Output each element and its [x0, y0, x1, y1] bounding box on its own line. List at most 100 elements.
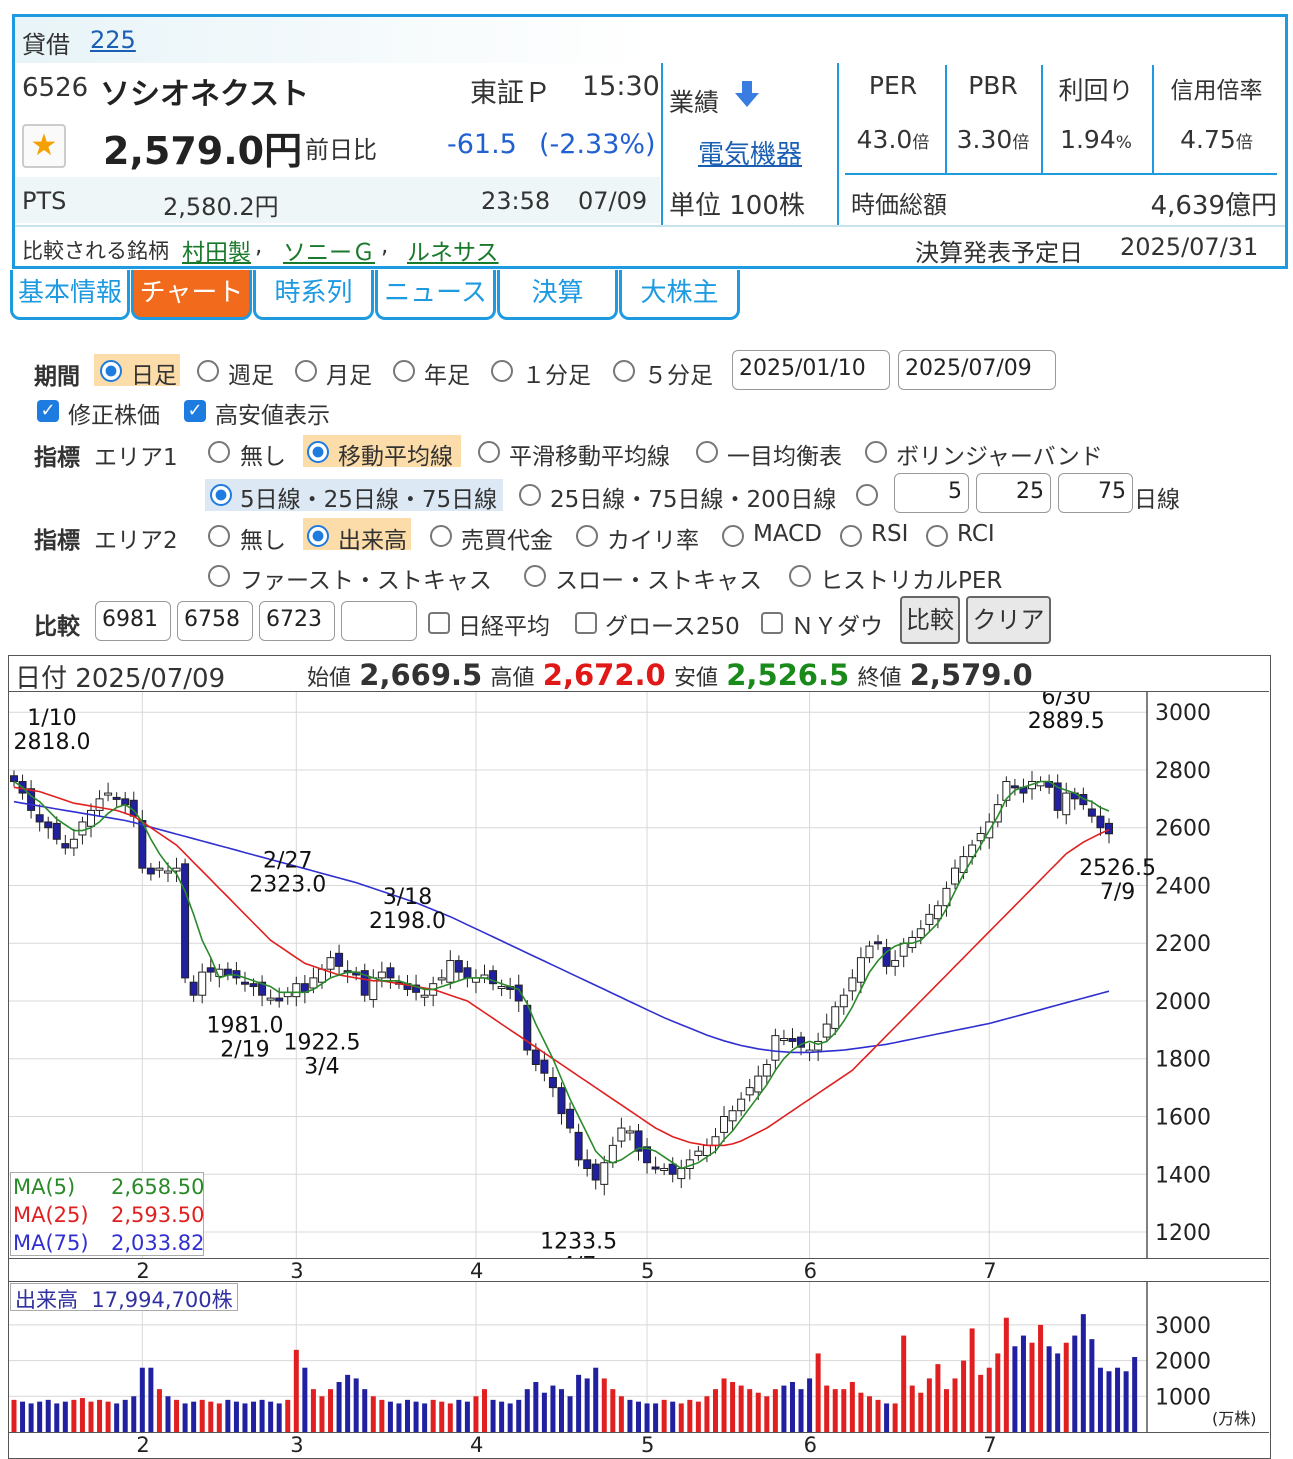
sector-link[interactable]: 電気機器: [698, 134, 802, 171]
tab-earnings[interactable]: 決算: [497, 270, 618, 320]
tab-time-series[interactable]: 時系列: [253, 270, 374, 320]
annotation-value: 1981.0: [206, 1013, 283, 1038]
date-from-input[interactable]: 2025/01/10: [732, 350, 890, 390]
annotation-value: 1233.5: [540, 1229, 617, 1254]
radio-volume[interactable]: [307, 525, 329, 547]
volume-bar: [764, 1396, 770, 1432]
area1-label: エリア1: [94, 445, 178, 471]
compare-code-input[interactable]: 6758: [177, 601, 253, 641]
ma75-value: 2,033.82: [111, 1231, 205, 1255]
ind1-bollinger: ボリンジャーバンド: [896, 444, 1103, 470]
clear-button[interactable]: クリア: [966, 596, 1051, 644]
growth250-label: グロース250: [605, 614, 740, 640]
pts-time: 23:58: [481, 187, 551, 215]
radio-smooth-ma[interactable]: [478, 441, 500, 463]
x-axis-bar: 2 3 4 5 6 7: [9, 1258, 1269, 1283]
compare-button[interactable]: 比較: [900, 596, 960, 644]
volume-bar: [105, 1401, 111, 1432]
date-to-input[interactable]: 2025/07/09: [898, 350, 1056, 390]
radio-daily[interactable]: [100, 360, 122, 382]
x-tick-label: 4: [469, 1259, 484, 1283]
candle: [848, 977, 857, 992]
radio-fast-stoch[interactable]: [208, 565, 230, 587]
candle: [788, 1038, 797, 1042]
radio-weekly[interactable]: [197, 360, 219, 382]
compare-stock-link[interactable]: 村田製: [182, 233, 251, 267]
volume-bar: [1132, 1357, 1138, 1432]
candle: [275, 997, 284, 1002]
radio-hist-per[interactable]: [789, 565, 811, 587]
radio-deviation[interactable]: [576, 525, 598, 547]
y-tick-label: 2600: [1155, 817, 1211, 842]
tab-basic-info[interactable]: 基本情報: [10, 270, 130, 320]
radio-none-2[interactable]: [208, 525, 230, 547]
checkbox-nydow[interactable]: [761, 612, 783, 634]
radio-5min[interactable]: [613, 360, 635, 382]
volume-bar: [1046, 1346, 1052, 1432]
adjusted-price-label: 修正株価: [68, 403, 160, 429]
radio-bollinger[interactable]: [865, 441, 887, 463]
volume-bar: [1003, 1317, 1009, 1432]
volume-bar: [576, 1374, 582, 1432]
radio-macd[interactable]: [722, 525, 744, 547]
volume-bar: [1038, 1324, 1044, 1432]
checkbox-high-low[interactable]: ✓: [184, 400, 206, 422]
candle: [497, 986, 506, 990]
ma-input-3[interactable]: 75: [1058, 473, 1133, 513]
compare-code-input[interactable]: 6981: [95, 601, 171, 641]
radio-1min[interactable]: [491, 360, 513, 382]
volume-bar: [969, 1328, 975, 1432]
favorite-star-icon[interactable]: ★: [22, 124, 66, 168]
checkbox-adjusted[interactable]: ✓: [37, 400, 59, 422]
market-cap-value: 4,639億円: [1150, 191, 1277, 221]
tab-news[interactable]: ニュース: [375, 270, 496, 320]
yield-value: 1.94%: [1060, 125, 1132, 154]
compare-code-input[interactable]: 6723: [259, 601, 335, 641]
candle: [591, 1163, 600, 1181]
radio-rci[interactable]: [926, 525, 948, 547]
volume-bar: [533, 1382, 539, 1432]
radio-none-1[interactable]: [208, 441, 230, 463]
volume-bar: [730, 1382, 736, 1432]
radio-ma-custom[interactable]: [856, 484, 878, 506]
volume-bar: [635, 1401, 641, 1432]
checkbox-growth250[interactable]: [575, 612, 597, 634]
radio-ma-set-1[interactable]: [210, 484, 232, 506]
tab-major-shareholders[interactable]: 大株主: [619, 270, 740, 320]
nikkei-label: 日経平均: [458, 614, 550, 640]
compare-stock-link[interactable]: ルネサス: [407, 233, 499, 267]
radio-yearly[interactable]: [393, 360, 415, 382]
candle: [10, 775, 18, 783]
ma-input-1[interactable]: 5: [894, 473, 969, 513]
volume-bar: [926, 1378, 932, 1432]
radio-slow-stoch[interactable]: [524, 565, 546, 587]
y-tick-label: 2200: [1155, 932, 1211, 957]
radio-rsi[interactable]: [840, 525, 862, 547]
ma-input-2[interactable]: 25: [976, 473, 1051, 513]
change-percent: (-2.33%): [539, 129, 656, 160]
compare-stock-link[interactable]: ソニーＧ: [283, 233, 375, 267]
candle: [779, 1038, 788, 1042]
volume-bar: [71, 1399, 77, 1432]
annotation-value: 2526.5: [1079, 856, 1156, 881]
volume-bar: [45, 1399, 51, 1432]
radio-ma-set-2[interactable]: [519, 484, 541, 506]
radio-ichimoku[interactable]: [696, 441, 718, 463]
tab-chart[interactable]: チャート: [131, 270, 252, 320]
candle: [651, 1166, 660, 1170]
candle: [557, 1087, 566, 1115]
candle: [737, 1098, 746, 1112]
volume-bar: [148, 1367, 154, 1432]
x-tick-label: 3: [290, 1433, 304, 1457]
annotation-date: 6/30: [1042, 692, 1091, 710]
radio-monthly[interactable]: [295, 360, 317, 382]
volume-bar: [584, 1378, 590, 1432]
compare-code-input[interactable]: [341, 601, 417, 641]
checkbox-nikkei[interactable]: [428, 612, 450, 634]
volume-bar: [302, 1367, 308, 1432]
index-225-link[interactable]: 225: [90, 26, 136, 54]
volume-bar: [824, 1385, 830, 1432]
radio-turnover[interactable]: [430, 525, 452, 547]
radio-ma[interactable]: [307, 441, 329, 463]
volume-bar: [978, 1374, 984, 1432]
